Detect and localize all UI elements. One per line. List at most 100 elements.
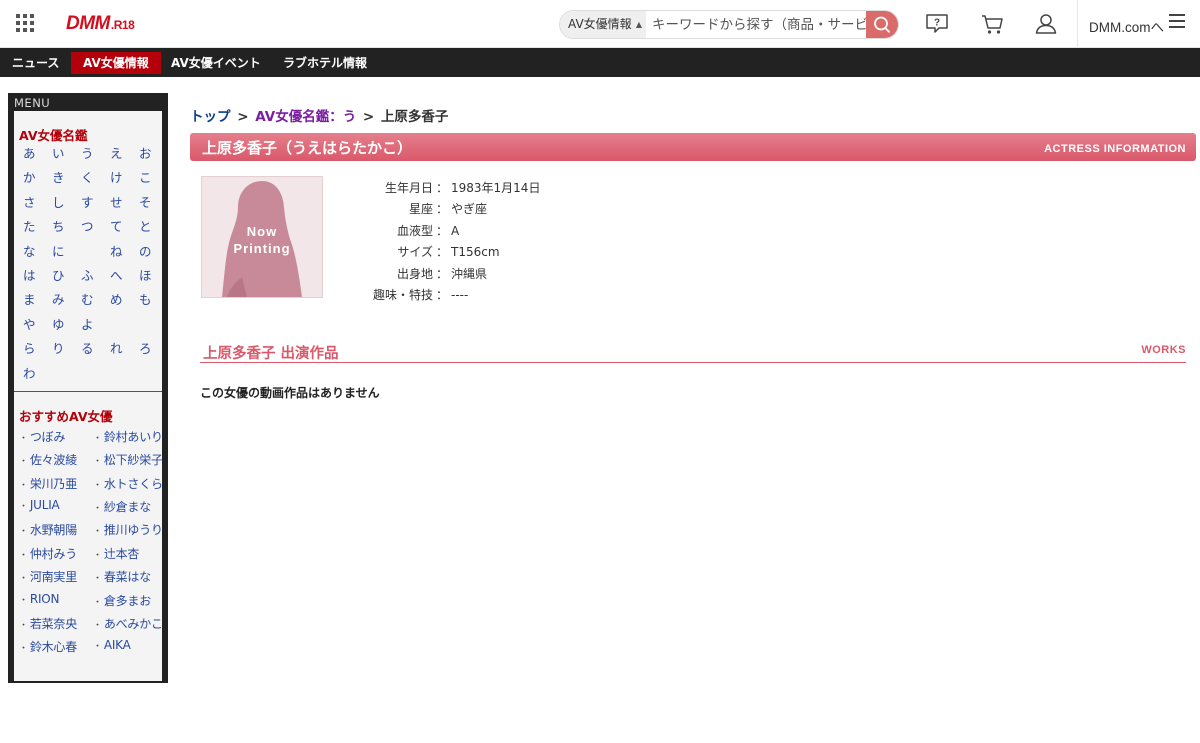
info-colon: ： [435,245,448,260]
info-row: サイズ： T156cm [360,243,540,264]
actress-photo[interactable]: Now Printing [201,176,323,298]
recommended-actress-link[interactable]: ・推川ゆうり [93,521,163,544]
recommended-actress-link[interactable]: ・倉多まお [93,592,163,615]
hamburger-menu-icon[interactable] [1169,14,1185,32]
breadcrumb-current: 上原多香子 [380,109,449,125]
info-row: 趣味・特技： ---- [360,286,540,307]
nav-av-actress-events[interactable]: AV女優イベント [159,52,273,74]
kana-link[interactable]: き [52,167,81,191]
kana-link[interactable]: の [139,241,168,265]
kana-link[interactable]: れ [110,338,139,362]
kana-link[interactable]: と [139,216,168,240]
user-icon[interactable] [1033,12,1059,36]
recommended-actress-link[interactable]: ・ AIKA [93,638,163,661]
recommended-actress-link[interactable]: ・河南実里 [19,568,93,591]
now-printing-text: Now Printing [233,224,291,256]
kana-link[interactable]: く [81,167,110,191]
dmm-com-link[interactable]: DMM.comへ [1089,16,1164,36]
kana-link[interactable]: お [139,143,168,167]
kana-link[interactable]: そ [139,192,168,216]
kana-link[interactable]: ふ [81,265,110,289]
info-value: A [451,223,460,238]
kana-link[interactable]: ね [110,241,139,265]
kana-link[interactable]: わ [23,363,52,387]
bullet-icon: ・ [93,457,102,468]
no-works-message: この女優の動画作品はありません [200,386,380,400]
nav-news[interactable]: ニュース [0,52,71,74]
recommended-actress-link[interactable]: ・ RION [19,592,93,615]
nav-av-actress-info[interactable]: AV女優情報 [71,52,161,74]
recommended-actress-link[interactable]: ・紗倉まな [93,498,163,521]
kana-link[interactable]: か [23,167,52,191]
recommended-actress-link[interactable]: ・あべみかこ [93,615,163,638]
recommended-actress-link[interactable]: ・水野朝陽 [19,521,93,544]
kana-link[interactable]: る [81,338,110,362]
recommended-actress-link[interactable]: ・鈴木心春 [19,638,93,661]
kana-link[interactable]: た [23,216,52,240]
kana-link[interactable]: え [110,143,139,167]
kana-link[interactable]: は [23,265,52,289]
kana-link[interactable]: に [52,241,81,265]
bullet-icon: ・ [19,433,28,444]
recommended-actress-name: あべみかこ [103,617,163,632]
recommended-actress-link[interactable]: ・佐々波綾 [19,451,93,474]
actress-information-label: ACTRESS INFORMATION [1044,143,1186,155]
bullet-icon: ・ [93,621,102,632]
kana-link[interactable]: う [81,143,110,167]
apps-grid-icon[interactable] [16,14,34,32]
kana-link[interactable]: け [110,167,139,191]
kana-link[interactable]: も [139,289,168,313]
info-colon: ： [435,287,448,302]
recommended-actress-link[interactable]: ・つぼみ [19,428,93,451]
recommended-actress-name: AIKA [103,638,131,653]
recommended-actress-link[interactable]: ・水トさくら [93,475,163,498]
recommended-actress-link[interactable]: ・ JULIA [19,498,93,521]
kana-link[interactable]: す [81,192,110,216]
recommended-actress-link[interactable]: ・栄川乃亜 [19,475,93,498]
recommended-actress-name: JULIA [29,498,60,513]
help-icon[interactable]: ? [924,12,950,36]
kana-link[interactable]: ゆ [52,314,81,338]
recommended-actress-link[interactable]: ・松下紗栄子 [93,451,163,474]
kana-link[interactable]: ほ [139,265,168,289]
info-label: 血液型 [396,223,433,238]
kana-link[interactable]: さ [23,192,52,216]
kana-link[interactable]: や [23,314,52,338]
recommended-actress-name: 鈴村あいり [103,429,163,444]
recommended-actress-link[interactable]: ・春菜はな [93,568,163,591]
search-category-select[interactable]: AV女優情報 ▲ [560,11,646,38]
recommended-actress-link[interactable]: ・鈴村あいり [93,428,163,451]
search-input[interactable] [646,11,868,38]
recommended-actress-link[interactable]: ・仲村みう [19,545,93,568]
breadcrumb-directory[interactable]: AV女優名鑑：う [255,109,356,125]
kana-link[interactable]: ひ [52,265,81,289]
kana-link[interactable]: ま [23,289,52,313]
search-button[interactable] [866,11,898,38]
breadcrumb-top[interactable]: トップ [190,109,231,125]
nav-love-hotel-info[interactable]: ラブホテル情報 [271,52,379,74]
recommended-actress-link[interactable]: ・辻本杏 [93,545,163,568]
kana-link[interactable]: て [110,216,139,240]
kana-link[interactable]: み [52,289,81,313]
cart-icon[interactable] [979,12,1005,36]
kana-link[interactable]: い [52,143,81,167]
kana-link[interactable]: よ [81,314,110,338]
actress-title-bar: 上原多香子（うえはらたかこ） ACTRESS INFORMATION [190,133,1196,161]
kana-link[interactable]: ら [23,338,52,362]
kana-link[interactable]: ち [52,216,81,240]
directory-title: AV女優名鑑 [19,128,88,143]
kana-link[interactable]: へ [110,265,139,289]
kana-link[interactable]: め [110,289,139,313]
kana-link[interactable]: り [52,338,81,362]
recommended-actress-link[interactable]: ・若菜奈央 [19,615,93,638]
kana-link[interactable]: こ [139,167,168,191]
recommended-actress-name: 水トさくら [103,476,163,491]
kana-link[interactable]: し [52,192,81,216]
kana-link[interactable]: せ [110,192,139,216]
kana-link[interactable]: ろ [139,338,168,362]
kana-link[interactable]: つ [81,216,110,240]
kana-link[interactable]: む [81,289,110,313]
dmm-logo[interactable]: DMM.R18 [66,13,135,35]
kana-link[interactable]: あ [23,143,52,167]
kana-link[interactable]: な [23,241,52,265]
